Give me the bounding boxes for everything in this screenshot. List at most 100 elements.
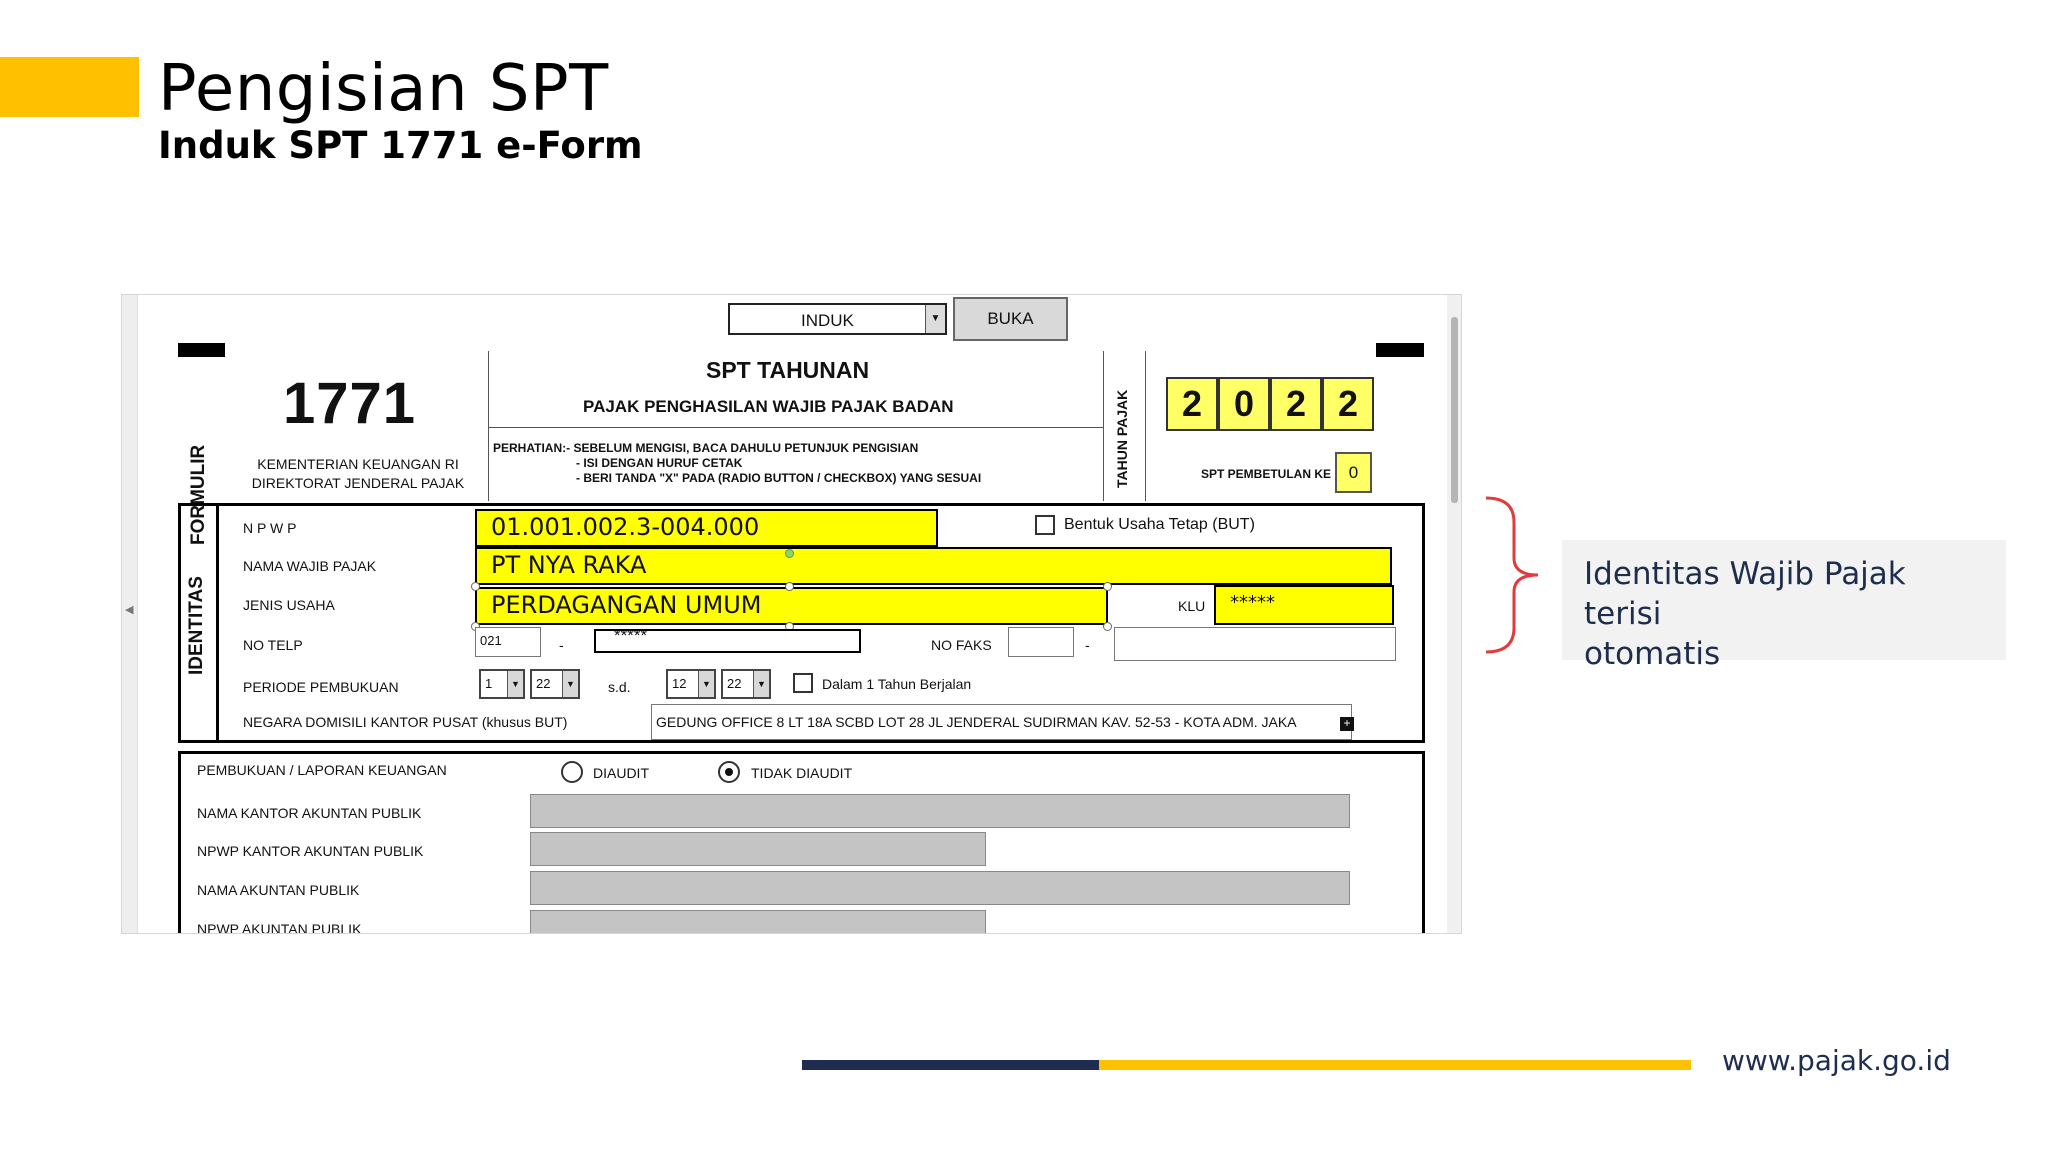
periode-from-month-value: 1 bbox=[485, 676, 493, 691]
divider bbox=[1103, 351, 1104, 501]
negara-label: NEGARA DOMISILI KANTOR PUSAT (khusus BUT… bbox=[243, 714, 568, 730]
chevron-down-icon[interactable]: ▼ bbox=[925, 305, 945, 333]
collapse-arrow-icon[interactable]: ◀ bbox=[125, 603, 133, 616]
selection-handle[interactable] bbox=[471, 582, 480, 591]
ministry-label: KEMENTERIAN KEUANGAN RI DIREKTORAT JENDE… bbox=[228, 455, 488, 493]
telp-label: NO TELP bbox=[243, 637, 303, 653]
footer-url[interactable]: www.pajak.go.id bbox=[1722, 1044, 1951, 1077]
year-digit-3: 2 bbox=[1270, 377, 1322, 431]
slide-subtitle: Induk SPT 1771 e-Form bbox=[158, 124, 643, 167]
left-collapse-bar[interactable]: ◀ bbox=[122, 295, 138, 933]
selection-handle[interactable] bbox=[785, 582, 794, 591]
jenis-usaha-field[interactable]: PERDAGANGAN UMUM bbox=[475, 587, 1108, 625]
ap-npwp-label: NPWP AKUNTAN PUBLIK bbox=[197, 921, 362, 934]
diaudit-radio[interactable] bbox=[561, 761, 583, 783]
ap-npwp-field[interactable] bbox=[530, 910, 986, 933]
periode-from-year[interactable]: 22 ▼ bbox=[530, 669, 580, 699]
pembetulan-field[interactable]: 0 bbox=[1335, 452, 1372, 493]
kap-nama-field[interactable] bbox=[530, 794, 1350, 828]
jenis-usaha-label: JENIS USAHA bbox=[243, 597, 335, 613]
nama-field[interactable]: PT NYA RAKA bbox=[475, 547, 1392, 585]
kap-npwp-label: NPWP KANTOR AKUNTAN PUBLIK bbox=[197, 843, 424, 859]
pembukuan-label: PEMBUKUAN / LAPORAN KEUANGAN bbox=[197, 762, 447, 778]
tidak-diaudit-radio[interactable] bbox=[718, 761, 740, 783]
divider bbox=[1145, 351, 1146, 501]
ministry-line-2: DIREKTORAT JENDERAL PAJAK bbox=[251, 475, 465, 491]
scrollbar-thumb[interactable] bbox=[1451, 317, 1458, 503]
kap-npwp-field[interactable] bbox=[530, 832, 986, 866]
callout-box: Identitas Wajib Pajak terisi otomatis bbox=[1562, 540, 2006, 672]
form-number: 1771 bbox=[283, 371, 417, 436]
divider bbox=[488, 427, 1104, 428]
selection-handle[interactable] bbox=[1103, 622, 1112, 631]
expand-field-icon[interactable]: + bbox=[1340, 717, 1354, 731]
periode-sd-label: s.d. bbox=[608, 679, 631, 695]
faks-dash: - bbox=[1085, 637, 1090, 653]
dalam-tahun-checkbox[interactable] bbox=[793, 673, 813, 693]
periode-to-month[interactable]: 12 ▼ bbox=[666, 669, 716, 699]
npwp-field[interactable]: 01.001.002.3-004.000 bbox=[475, 509, 938, 547]
form-type-dropdown[interactable]: INDUK ▼ bbox=[728, 303, 947, 335]
periode-from-year-value: 22 bbox=[536, 676, 551, 691]
spt-subtitle: PAJAK PENGHASILAN WAJIB PAJAK BADAN bbox=[583, 397, 954, 416]
klu-label: KLU bbox=[1178, 598, 1206, 614]
chevron-down-icon[interactable]: ▼ bbox=[562, 671, 578, 697]
but-checkbox[interactable] bbox=[1035, 515, 1055, 535]
dalam-tahun-label: Dalam 1 Tahun Berjalan bbox=[822, 676, 972, 692]
tidak-diaudit-label: TIDAK DIAUDIT bbox=[751, 765, 853, 781]
nama-label: NAMA WAJIB PAJAK bbox=[243, 558, 377, 574]
chevron-down-icon[interactable]: ▼ bbox=[507, 671, 523, 697]
periode-from-month[interactable]: 1 ▼ bbox=[479, 669, 525, 699]
telp-area-field[interactable]: 021 bbox=[475, 627, 541, 657]
tahun-pajak-label: TAHUN PAJAK bbox=[1114, 389, 1130, 488]
divider bbox=[488, 351, 489, 501]
year-digit-2: 0 bbox=[1218, 377, 1270, 431]
notice-line-2: - ISI DENGAN HURUF CETAK bbox=[576, 456, 743, 470]
notice-line-3: - BERI TANDA "X" PADA (RADIO BUTTON / CH… bbox=[576, 471, 982, 485]
callout-line-2: otomatis bbox=[1584, 636, 1721, 672]
periode-to-year-value: 22 bbox=[727, 676, 742, 691]
chevron-down-icon[interactable]: ▼ bbox=[698, 671, 714, 697]
curly-brace-icon bbox=[1485, 496, 1539, 654]
ap-nama-label: NAMA AKUNTAN PUBLIK bbox=[197, 882, 360, 898]
chevron-down-icon[interactable]: ▼ bbox=[753, 671, 769, 697]
open-button[interactable]: BUKA bbox=[953, 297, 1068, 341]
footer-navy-bar bbox=[802, 1060, 1099, 1070]
callout-line-1: Identitas Wajib Pajak terisi bbox=[1584, 556, 1906, 632]
form-screenshot: ◀ INDUK ▼ BUKA FORMULIR 1771 KEMENTERIAN… bbox=[121, 294, 1462, 934]
year-digit-1: 2 bbox=[1166, 377, 1218, 431]
klu-field[interactable]: ***** bbox=[1214, 585, 1394, 625]
slide-title: Pengisian SPT bbox=[158, 52, 609, 126]
ministry-line-1: KEMENTERIAN KEUANGAN RI bbox=[257, 456, 459, 472]
but-label: Bentuk Usaha Tetap (BUT) bbox=[1064, 516, 1255, 533]
vertical-scrollbar[interactable] bbox=[1447, 295, 1461, 933]
footer-gold-bar bbox=[1099, 1060, 1691, 1070]
faks-number-field[interactable] bbox=[1114, 627, 1396, 661]
identitas-label: IDENTITAS bbox=[186, 576, 207, 675]
periode-to-month-value: 12 bbox=[672, 676, 687, 691]
form-type-value: INDUK bbox=[801, 311, 854, 330]
negara-field[interactable]: GEDUNG OFFICE 8 LT 18A SCBD LOT 28 JL JE… bbox=[651, 704, 1352, 740]
ap-nama-field[interactable] bbox=[530, 871, 1350, 905]
npwp-label: N P W P bbox=[243, 520, 297, 536]
form-canvas: INDUK ▼ BUKA FORMULIR 1771 KEMENTERIAN K… bbox=[138, 295, 1449, 934]
telp-dash: - bbox=[559, 637, 564, 653]
faks-area-field[interactable] bbox=[1008, 627, 1074, 657]
periode-label: PERIODE PEMBUKUAN bbox=[243, 679, 399, 695]
periode-to-year[interactable]: 22 ▼ bbox=[721, 669, 771, 699]
title-accent-bar bbox=[0, 57, 139, 117]
corner-mark-left bbox=[178, 343, 225, 357]
kap-nama-label: NAMA KANTOR AKUNTAN PUBLIK bbox=[197, 805, 422, 821]
faks-label: NO FAKS bbox=[931, 637, 992, 653]
selection-handle[interactable] bbox=[1103, 582, 1112, 591]
year-digit-4: 2 bbox=[1322, 377, 1374, 431]
corner-mark-right bbox=[1376, 343, 1424, 357]
rotation-handle[interactable] bbox=[785, 549, 794, 558]
diaudit-label: DIAUDIT bbox=[593, 765, 649, 781]
notice-line-1: PERHATIAN:- SEBELUM MENGISI, BACA DAHULU… bbox=[493, 441, 919, 455]
notice-text: PERHATIAN:- SEBELUM MENGISI, BACA DAHULU… bbox=[493, 441, 981, 486]
spt-title: SPT TAHUNAN bbox=[706, 357, 870, 383]
telp-number-field[interactable]: ***** bbox=[594, 627, 861, 653]
radio-selected-dot bbox=[725, 768, 733, 776]
pembetulan-label: SPT PEMBETULAN KE bbox=[1201, 467, 1332, 481]
